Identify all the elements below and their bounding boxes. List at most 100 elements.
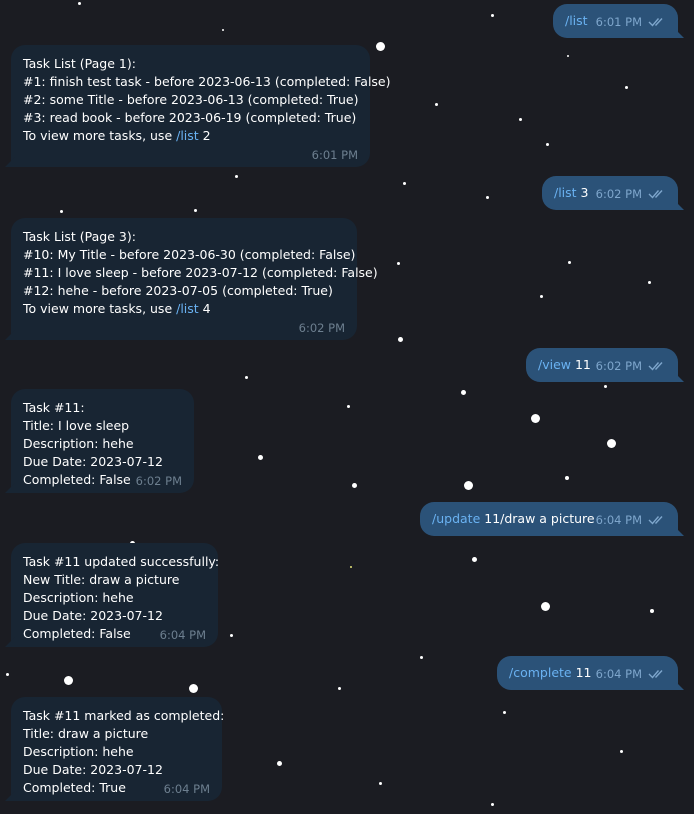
bot-command-link[interactable]: /list — [565, 13, 588, 28]
bubble-tail — [5, 157, 15, 167]
background-star — [397, 262, 400, 265]
background-star — [503, 711, 506, 714]
incoming-message[interactable]: Task List (Page 1): #1: finish test task… — [5, 45, 391, 167]
background-star — [347, 405, 350, 408]
background-star — [277, 761, 282, 766]
message-line: #12: hehe - before 2023-07-05 (completed… — [23, 283, 333, 298]
incoming-message[interactable]: Task #11 marked as completed: Title: dra… — [5, 697, 225, 801]
outgoing-message[interactable]: /update 11/draw a picture 6:04 PM — [420, 502, 684, 536]
message-line: Task List (Page 3): — [23, 229, 136, 244]
message-line: Task #11 marked as completed: — [23, 708, 225, 723]
background-star — [541, 602, 550, 611]
background-star — [464, 481, 473, 490]
background-star — [60, 210, 63, 213]
message-meta: 6:02 PM — [596, 187, 666, 201]
message-meta: 6:02 PM — [596, 359, 666, 373]
background-star — [519, 118, 522, 121]
double-check-icon — [648, 670, 663, 679]
background-star — [486, 196, 489, 199]
background-star — [352, 483, 357, 488]
message-line: Task List (Page 1): — [23, 56, 136, 71]
background-star — [376, 42, 385, 51]
message-line: Title: draw a picture — [23, 726, 149, 741]
message-line: #3: read book - before 2023-06-19 (compl… — [23, 110, 357, 125]
bubble-tail — [5, 483, 15, 493]
background-star — [6, 673, 9, 676]
background-star — [491, 14, 494, 17]
message-time: 6:02 PM — [595, 187, 642, 201]
background-star — [398, 337, 403, 342]
message-footer: To view more tasks, use /list 2 — [23, 127, 358, 145]
command-argument: 11/draw a picture — [480, 511, 595, 526]
bot-command-link[interactable]: /list — [554, 185, 577, 200]
background-star — [565, 476, 569, 480]
bubble-tail — [674, 680, 684, 690]
bot-command-link[interactable]: /update — [432, 511, 480, 526]
bot-command-link[interactable]: /view — [538, 357, 571, 372]
message-line: #2: some Title - before 2023-06-13 (comp… — [23, 92, 359, 107]
command-argument: 2 — [198, 128, 211, 143]
message-line: New Title: draw a picture — [23, 572, 180, 587]
bot-command-link[interactable]: /complete — [509, 665, 572, 680]
message-time: 6:04 PM — [595, 513, 642, 527]
message-line: Description: hehe — [23, 744, 134, 759]
message-time: 6:02 PM — [595, 359, 642, 373]
background-star — [235, 175, 238, 178]
footer-text: To view more tasks, use — [23, 128, 177, 143]
background-star — [350, 566, 352, 568]
bubble-tail — [5, 637, 15, 647]
background-star — [607, 439, 616, 448]
background-star — [567, 55, 569, 57]
outgoing-message[interactable]: /list 6:01 PM — [553, 4, 684, 38]
background-star — [531, 414, 540, 423]
message-meta: 6:04 PM — [596, 667, 666, 681]
background-star — [604, 385, 607, 388]
outgoing-message[interactable]: /complete 11 6:04 PM — [497, 656, 684, 690]
background-star — [648, 281, 651, 284]
message-meta: 6:04 PM — [596, 513, 666, 527]
message-line: Title: I love sleep — [23, 418, 130, 433]
incoming-message[interactable]: Task List (Page 3): #10: My Title - befo… — [5, 218, 378, 340]
command-argument: 4 — [198, 301, 211, 316]
background-star — [78, 2, 81, 5]
message-meta: 6:01 PM — [596, 15, 666, 29]
background-star — [568, 261, 571, 264]
message-time: 6:01 PM — [311, 148, 358, 162]
message-time: 6:04 PM — [595, 667, 642, 681]
double-check-icon — [648, 190, 663, 199]
background-star — [625, 86, 628, 89]
bubble-tail — [5, 330, 15, 340]
message-line: Task #11: — [23, 400, 85, 415]
message-footer: To view more tasks, use /list 4 — [23, 300, 345, 318]
message-line: Task #11 updated successfully: — [23, 554, 220, 569]
bubble-tail — [674, 372, 684, 382]
background-star — [379, 782, 382, 785]
bot-command-link[interactable]: /list — [176, 128, 199, 143]
background-star — [222, 29, 224, 31]
background-star — [420, 656, 423, 659]
background-star — [245, 376, 248, 379]
message-time: 6:02 PM — [298, 321, 345, 335]
message-line: Description: hehe — [23, 436, 134, 451]
background-star — [461, 390, 466, 395]
bubble-tail — [674, 200, 684, 210]
incoming-message[interactable]: Task #11: Title: I love sleep Descriptio… — [5, 389, 194, 493]
incoming-message[interactable]: Task #11 updated successfully: New Title… — [5, 543, 220, 647]
message-line: Description: hehe — [23, 590, 134, 605]
double-check-icon — [648, 18, 663, 27]
background-star — [540, 295, 543, 298]
background-star — [472, 557, 477, 562]
message-line: #10: My Title - before 2023-06-30 (compl… — [23, 247, 356, 262]
command-argument: 11 — [571, 357, 591, 372]
message-line: Due Date: 2023-07-12 — [23, 762, 163, 777]
background-star — [258, 455, 263, 460]
message-line: Due Date: 2023-07-12 — [23, 608, 163, 623]
message-time: 6:01 PM — [595, 15, 642, 29]
outgoing-message[interactable]: /view 11 6:02 PM — [526, 348, 684, 382]
background-star — [230, 634, 233, 637]
double-check-icon — [648, 516, 663, 525]
bot-command-link[interactable]: /list — [176, 301, 199, 316]
background-star — [194, 209, 197, 212]
outgoing-message[interactable]: /list 3 6:02 PM — [542, 176, 684, 210]
background-star — [403, 182, 406, 185]
